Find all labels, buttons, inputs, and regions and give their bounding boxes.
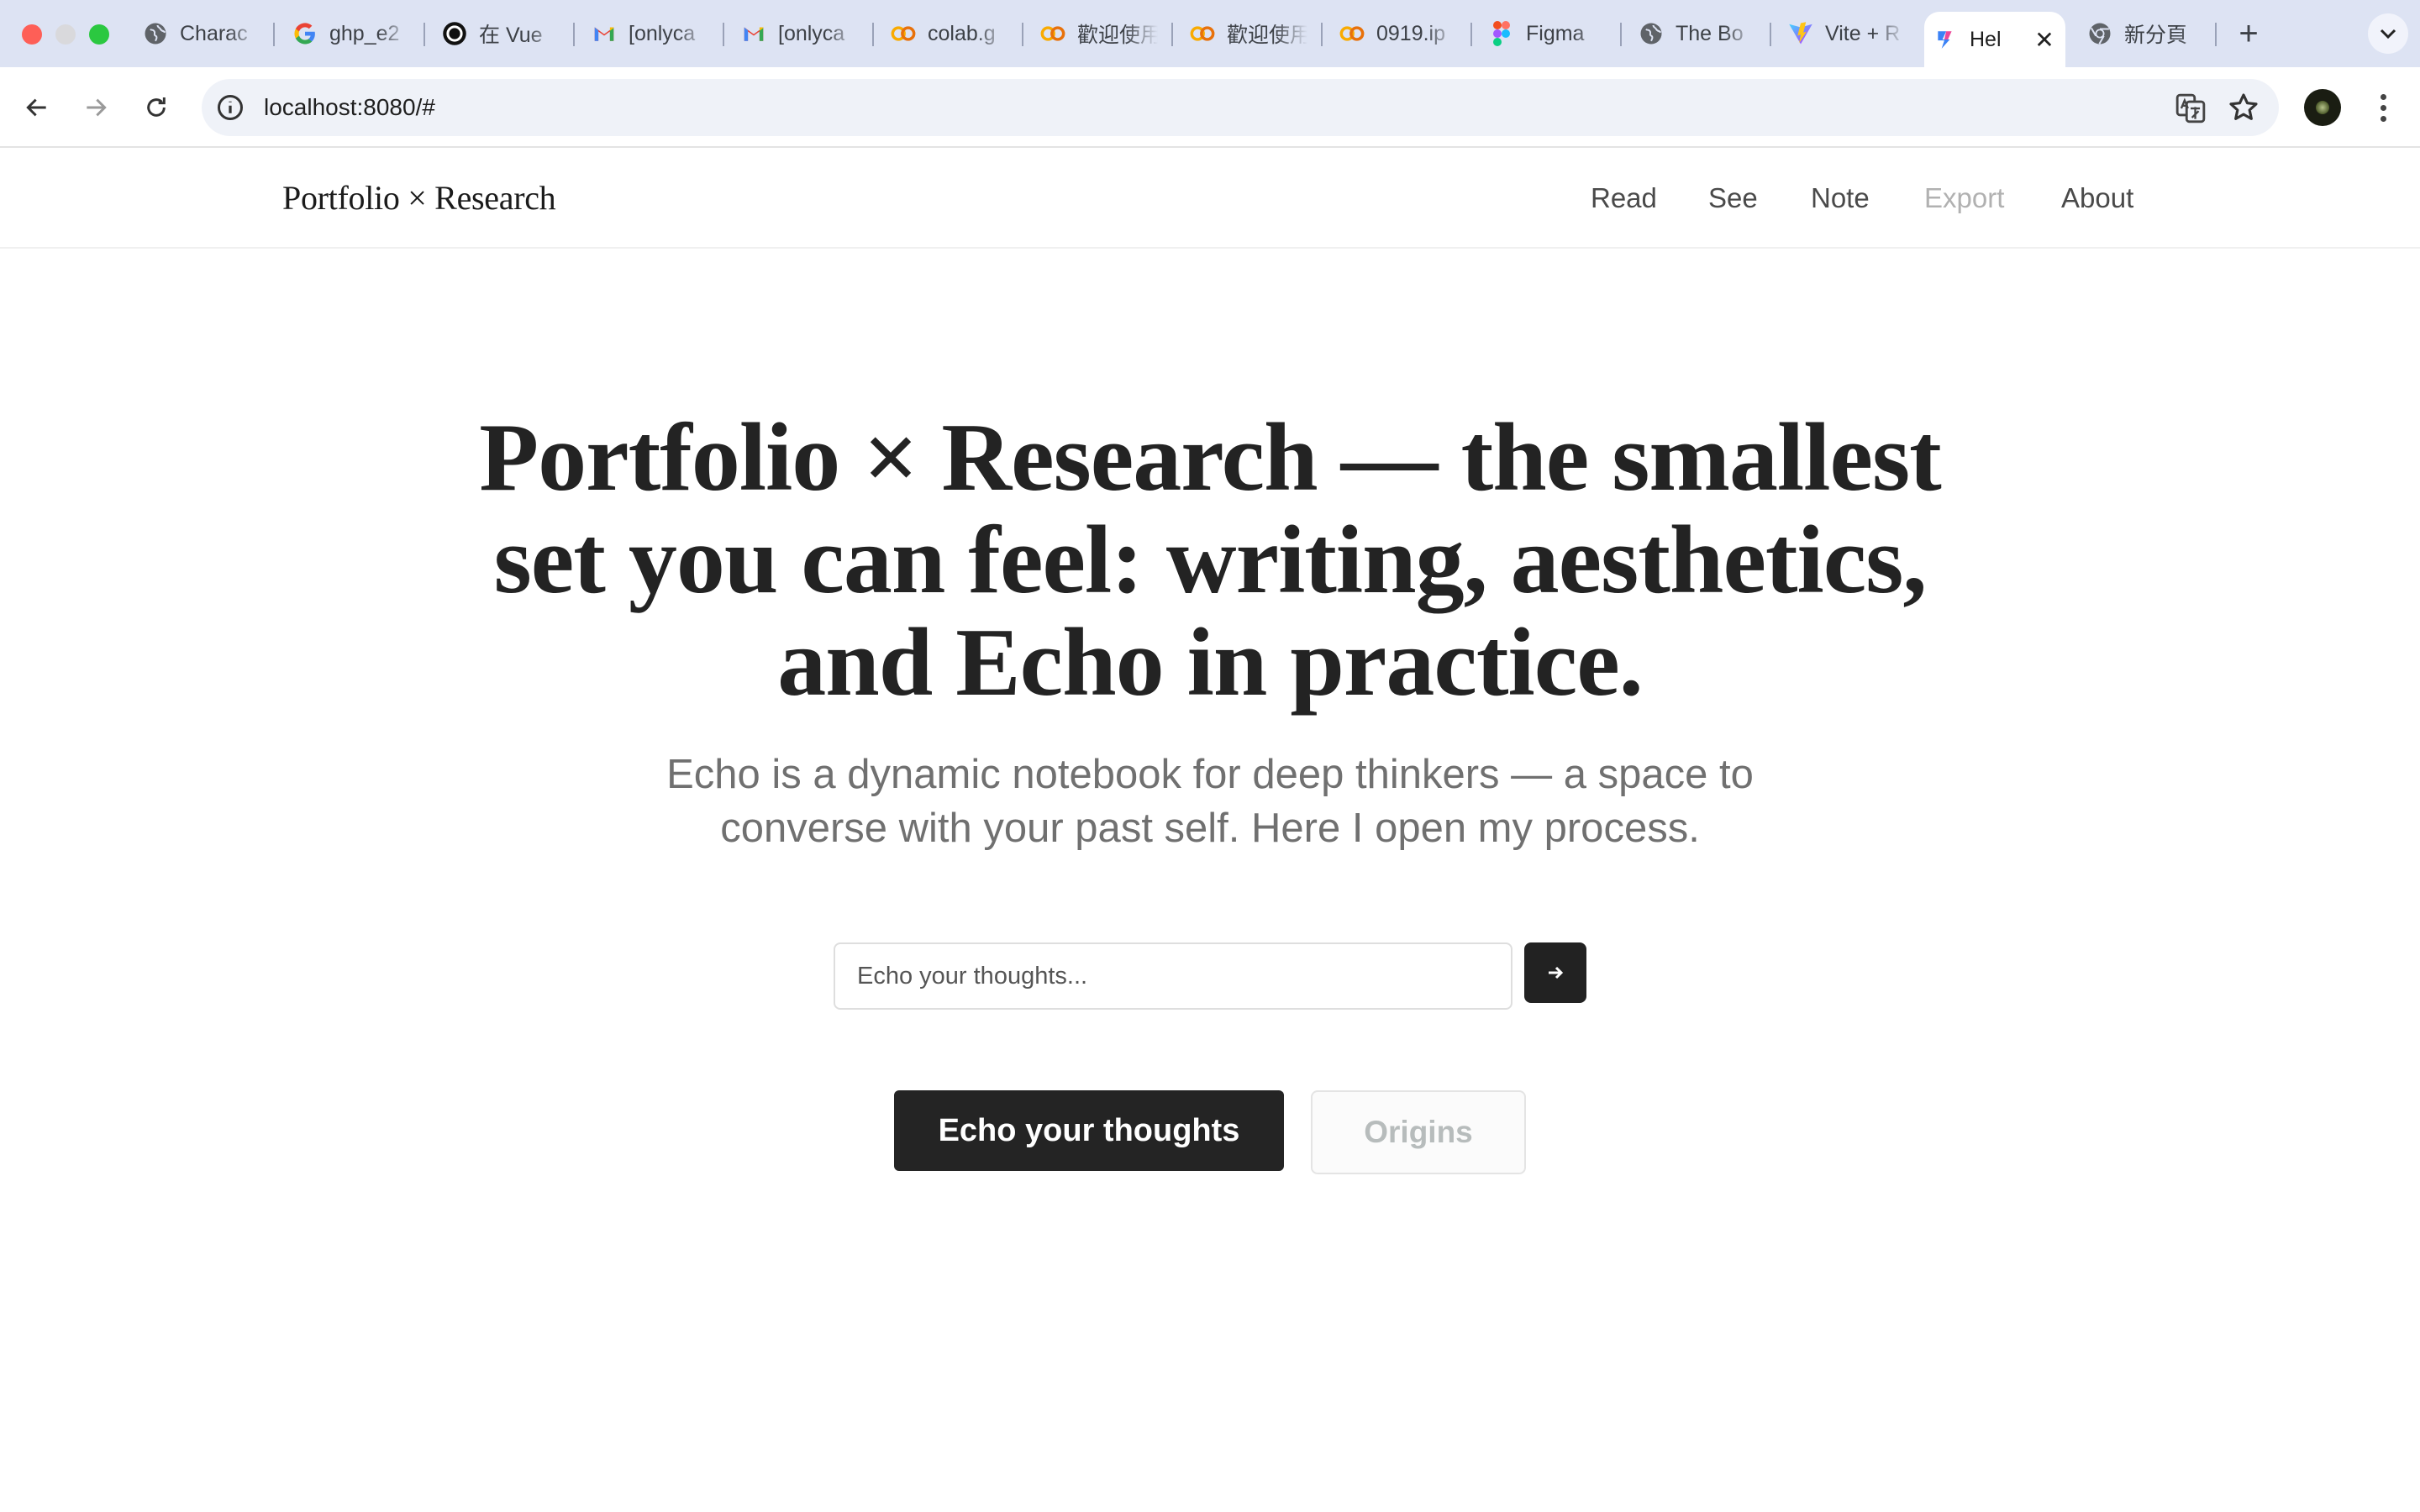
browser-tab[interactable]: Charac (134, 12, 260, 55)
reload-icon (147, 97, 166, 117)
colab-icon (891, 21, 916, 46)
hero-title: Portfolio × Research — the smallest set … (479, 404, 1942, 717)
hero-subtitle: Echo is a dynamic notebook for deep thin… (666, 752, 1754, 851)
gmail-icon (741, 21, 766, 46)
profile-avatar[interactable] (2304, 89, 2341, 126)
figma-icon (1489, 21, 1514, 46)
browser-tab[interactable]: [onlyca (733, 12, 859, 55)
app-icon (1933, 27, 1958, 52)
url-text[interactable]: localhost:8080/# (264, 79, 435, 136)
window-minimize-button[interactable] (55, 24, 76, 45)
browser-toolbar: localhost:8080/# (0, 67, 2420, 148)
tab-title: Charac (180, 21, 248, 45)
browser-tab[interactable]: 歡迎使用 (1032, 12, 1158, 55)
site-brand-link[interactable]: Portfolio × Research (282, 148, 556, 249)
tab-title: 在 Vue (479, 24, 543, 47)
arrow-left-icon (26, 98, 46, 117)
browser-tab[interactable]: 歡迎使用 (1181, 12, 1307, 55)
tab-title: 新分頁 (2124, 24, 2188, 47)
site-header: Portfolio × Research Read See Note Expor… (0, 148, 2420, 249)
chrome-icon (2087, 21, 2112, 46)
tab-separator (273, 23, 275, 46)
tab-separator (1470, 23, 1472, 46)
browser-tab[interactable]: 0919.ip (1331, 12, 1457, 55)
tab-title: Vite + R (1825, 21, 1901, 45)
tab-separator (1620, 23, 1622, 46)
browser-tab[interactable]: colab.g (882, 12, 1008, 55)
browser-tab-strip: Charac ghp_e2 在 Vue [onlyca [onlyca cola… (0, 0, 2420, 67)
browser-menu-button[interactable] (2365, 89, 2402, 126)
nav-link-export[interactable]: Export (1924, 148, 2004, 249)
address-bar[interactable]: localhost:8080/# (202, 79, 2279, 136)
nav-link-see[interactable]: See (1708, 148, 1758, 249)
browser-tab-active[interactable]: Hel ✕ (1924, 12, 2065, 67)
browser-tab[interactable]: The Bo (1630, 12, 1756, 55)
colab-icon (1190, 21, 1215, 46)
window-close-button[interactable] (22, 24, 42, 45)
browser-tab[interactable]: [onlyca (583, 12, 709, 55)
tab-separator (573, 23, 575, 46)
tab-separator (1770, 23, 1771, 46)
openai-icon (442, 21, 467, 46)
browser-tab[interactable]: 新分頁 (2079, 12, 2213, 55)
reload-button[interactable] (134, 86, 178, 129)
arrow-right-icon (87, 98, 107, 117)
bookmark-star-icon[interactable] (2227, 91, 2260, 124)
tab-title: The Bo (1676, 21, 1744, 45)
site-info-icon[interactable] (215, 92, 245, 123)
tab-separator (1022, 23, 1023, 46)
new-tab-button[interactable]: + (2230, 15, 2267, 52)
origins-button[interactable]: Origins (1311, 1090, 1526, 1174)
tab-title: 歡迎使用 (1227, 24, 1307, 47)
page-content: Portfolio × Research Read See Note Expor… (0, 148, 2420, 1512)
close-tab-icon[interactable]: ✕ (2032, 26, 2057, 54)
tab-title: [onlyca (629, 21, 696, 45)
back-button[interactable] (15, 86, 59, 129)
globe-icon (143, 21, 168, 46)
tab-separator (1321, 23, 1323, 46)
browser-tab[interactable]: Figma (1481, 12, 1607, 55)
google-icon (292, 21, 318, 46)
echo-submit-button[interactable] (1524, 942, 1586, 1003)
tab-separator (1171, 23, 1173, 46)
tab-separator (872, 23, 874, 46)
tab-title: Hel (1970, 27, 2002, 51)
vite-icon (1788, 21, 1813, 46)
arrow-right-icon (1549, 966, 1564, 979)
translate-icon[interactable] (2175, 92, 2207, 124)
forward-button[interactable] (74, 86, 118, 129)
tab-title: 0919.ip (1376, 21, 1446, 45)
chevron-down-icon (2380, 29, 2396, 39)
tab-search-button[interactable] (2368, 13, 2408, 54)
nav-link-note[interactable]: Note (1811, 148, 1870, 249)
browser-tab[interactable]: Vite + R (1780, 12, 1906, 55)
echo-thought-input[interactable] (834, 942, 1512, 1010)
gmail-icon (592, 21, 617, 46)
echo-your-thoughts-button[interactable]: Echo your thoughts (894, 1090, 1284, 1171)
tab-title: colab.g (928, 21, 996, 45)
browser-tab[interactable]: ghp_e2 (284, 12, 410, 55)
tab-separator (2215, 23, 2217, 46)
tab-title: ghp_e2 (329, 21, 400, 45)
globe-icon (1639, 21, 1664, 46)
tab-title: [onlyca (778, 21, 845, 45)
window-zoom-button[interactable] (89, 24, 109, 45)
tab-title: 歡迎使用 (1077, 24, 1158, 47)
colab-icon (1339, 21, 1365, 46)
tab-separator (424, 23, 425, 46)
tab-separator (723, 23, 724, 46)
colab-icon (1040, 21, 1065, 46)
nav-link-about[interactable]: About (2061, 148, 2133, 249)
browser-tab[interactable]: 在 Vue (434, 12, 560, 55)
tab-title: Figma (1526, 21, 1585, 45)
nav-link-read[interactable]: Read (1591, 148, 1657, 249)
